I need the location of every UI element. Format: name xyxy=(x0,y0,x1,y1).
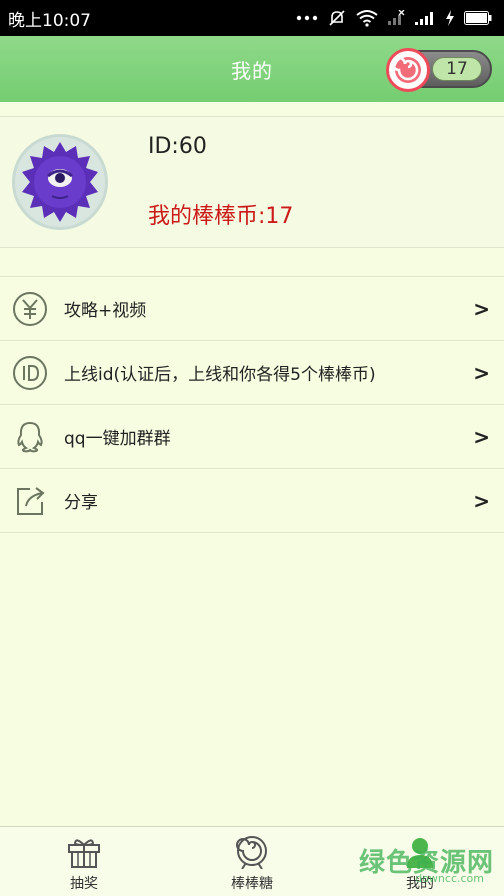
menu-item-label: 分享 xyxy=(64,493,98,513)
nav-tab-label: 棒棒糖 xyxy=(231,876,273,892)
share-icon xyxy=(12,483,48,519)
menu-list: 攻略+视频 > 上线id(认证后，上线和你各得5个棒棒币) > qq一键加群群 … xyxy=(0,276,504,533)
chevron-right-icon: > xyxy=(473,424,490,449)
battery-icon xyxy=(464,11,492,25)
coin-balance-badge[interactable]: 17 xyxy=(386,48,492,92)
status-time: 晚上10:07 xyxy=(8,10,91,31)
app-header: 我的 17 xyxy=(0,36,504,102)
chevron-right-icon: > xyxy=(473,296,490,321)
charging-icon xyxy=(445,10,455,26)
qq-icon xyxy=(12,419,48,455)
wifi-icon xyxy=(356,9,378,27)
signal-icon xyxy=(414,10,436,26)
menu-item-referral-id[interactable]: 上线id(认证后，上线和你各得5个棒棒币) > xyxy=(0,341,504,405)
status-bar: 晚上10:07 xyxy=(0,0,504,36)
profile-card: ID:60 我的棒棒币:17 xyxy=(0,116,504,248)
yuan-coin-icon xyxy=(12,291,48,327)
menu-item-qq-group[interactable]: qq一键加群群 > xyxy=(0,405,504,469)
chevron-right-icon: > xyxy=(473,488,490,513)
coin-count: 17 xyxy=(432,57,482,81)
monster-avatar-icon xyxy=(22,142,98,222)
menu-item-label: 上线id(认证后，上线和你各得5个棒棒币) xyxy=(64,365,376,385)
nav-tab-lottery[interactable]: 抽奖 xyxy=(0,827,168,896)
mute-icon xyxy=(327,8,347,28)
signal-x-icon xyxy=(387,10,405,26)
nav-tab-label: 抽奖 xyxy=(70,876,98,892)
gift-icon xyxy=(68,839,100,868)
lollipop-icon xyxy=(236,836,267,869)
menu-item-label: 攻略+视频 xyxy=(64,301,147,321)
menu-item-guide-video[interactable]: 攻略+视频 > xyxy=(0,277,504,341)
more-dots-icon xyxy=(296,14,318,22)
user-id: ID:60 xyxy=(148,134,207,159)
nav-tab-lollipop[interactable]: 棒棒糖 xyxy=(168,827,336,896)
id-badge-icon xyxy=(12,355,48,391)
menu-item-label: qq一键加群群 xyxy=(64,429,171,449)
menu-item-share[interactable]: 分享 > xyxy=(0,469,504,533)
lollipop-coin-icon xyxy=(386,48,430,92)
avatar[interactable] xyxy=(12,134,108,230)
coin-balance-text: 我的棒棒币:17 xyxy=(148,204,294,229)
watermark-subtext: downcc.com xyxy=(415,872,484,885)
status-icons xyxy=(296,8,492,28)
chevron-right-icon: > xyxy=(473,360,490,385)
page-title: 我的 xyxy=(231,58,273,83)
